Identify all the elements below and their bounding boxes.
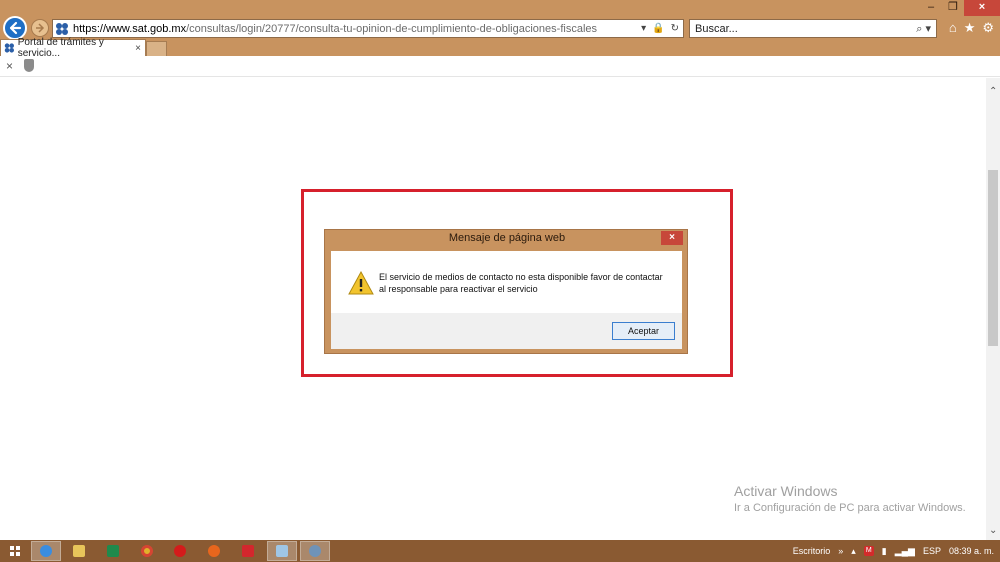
- home-icon[interactable]: ⌂: [949, 20, 957, 36]
- taskbar-excel[interactable]: [98, 541, 128, 561]
- notepad-icon: [276, 545, 288, 557]
- browser-chrome: – ❐ × https://www.sat.gob.mx /consultas/…: [0, 0, 1000, 59]
- taskbar: Escritorio » ▴ M ▮ ▂▄▆ ESP 08:39 a. m.: [0, 540, 1000, 562]
- close-bar-icon[interactable]: ×: [6, 59, 13, 73]
- chrome-icon: [141, 545, 153, 557]
- dialog-message: El servicio de medios de contacto no est…: [379, 271, 679, 295]
- restore-button[interactable]: ❐: [942, 0, 964, 16]
- message-line-1: El servicio de medios de contacto no est…: [379, 272, 663, 282]
- arrow-right-icon: [36, 23, 45, 33]
- system-tray: Escritorio » ▴ M ▮ ▂▄▆ ESP 08:39 a. m.: [793, 540, 994, 562]
- taskbar-vivaldi[interactable]: [233, 541, 263, 561]
- tab-row: Portal de trámites y servicio... ×: [0, 37, 1000, 59]
- sat-favicon-icon: [4, 43, 14, 53]
- refresh-icon[interactable]: ↻: [671, 23, 679, 34]
- url-path: /consultas/login/20777/consulta-tu-opini…: [186, 22, 598, 35]
- window-controls: – ❐ ×: [920, 0, 1000, 16]
- close-window-button[interactable]: ×: [964, 0, 1000, 16]
- excel-icon: [107, 545, 119, 557]
- app-icon: [309, 545, 321, 557]
- tab-close-icon[interactable]: ×: [135, 43, 145, 54]
- tab-sat-portal[interactable]: Portal de trámites y servicio... ×: [0, 37, 146, 59]
- antivirus-tray-icon[interactable]: M: [863, 546, 874, 556]
- language-indicator[interactable]: ESP: [923, 546, 941, 556]
- search-box[interactable]: Buscar... ⌕ ▾: [689, 19, 937, 38]
- search-placeholder: Buscar...: [695, 22, 738, 35]
- watermark-line-2: Ir a Configuración de PC para activar Wi…: [734, 502, 966, 514]
- shield-icon[interactable]: [24, 59, 34, 72]
- firefox-icon: [208, 545, 220, 557]
- settings-gear-icon[interactable]: ⚙: [982, 20, 994, 36]
- folder-icon: [73, 545, 85, 557]
- clock[interactable]: 08:39 a. m.: [949, 546, 994, 556]
- activation-watermark: Activar Windows Ir a Configuración de PC…: [734, 483, 966, 514]
- network-signal-icon[interactable]: ▂▄▆: [895, 546, 915, 557]
- message-dialog: Mensaje de página web × El servicio de m…: [324, 229, 688, 354]
- taskbar-file-explorer[interactable]: [64, 541, 94, 561]
- scrollbar-thumb[interactable]: [988, 170, 998, 346]
- lock-icon[interactable]: 🔒: [652, 23, 664, 34]
- taskbar-internet-explorer[interactable]: [31, 541, 61, 561]
- toolbar-chevron-icon[interactable]: »: [838, 546, 843, 556]
- show-hidden-icons[interactable]: ▴: [851, 546, 856, 557]
- opera-icon: [174, 545, 186, 557]
- minimize-button[interactable]: –: [920, 0, 942, 16]
- internet-explorer-icon: [40, 545, 52, 557]
- desktop-toolbar-label[interactable]: Escritorio: [793, 546, 831, 556]
- new-tab-button[interactable]: [146, 41, 167, 56]
- accept-button[interactable]: Aceptar: [612, 322, 675, 340]
- warning-icon: [348, 271, 374, 295]
- windows-start-icon[interactable]: [10, 546, 20, 556]
- battery-icon[interactable]: ▮: [882, 546, 887, 557]
- arrow-left-icon: [9, 21, 22, 35]
- sat-favicon-icon: [56, 22, 68, 35]
- dropdown-icon[interactable]: ▾: [641, 23, 646, 34]
- dialog-body: El servicio de medios de contacto no est…: [331, 251, 682, 313]
- taskbar-app[interactable]: [300, 541, 330, 561]
- address-bar[interactable]: https://www.sat.gob.mx /consultas/login/…: [52, 19, 684, 38]
- favorites-star-icon[interactable]: ★: [964, 20, 976, 36]
- scroll-up-icon[interactable]: ⌃: [989, 86, 997, 97]
- vivaldi-icon: [242, 545, 254, 557]
- dialog-close-button[interactable]: ×: [661, 231, 683, 245]
- vertical-scrollbar[interactable]: ⌃ ⌄: [986, 78, 1000, 540]
- dialog-title: Mensaje de página web: [448, 232, 566, 244]
- taskbar-firefox[interactable]: [199, 541, 229, 561]
- message-line-2: al responsable para reactivar el servici…: [379, 284, 538, 294]
- scroll-down-icon[interactable]: ⌄: [989, 525, 997, 536]
- watermark-line-1: Activar Windows: [734, 483, 838, 499]
- forward-button[interactable]: [31, 19, 49, 37]
- taskbar-chrome[interactable]: [132, 541, 162, 561]
- command-bar: ×: [0, 56, 1000, 77]
- url-host: https://www.sat.gob.mx: [73, 22, 187, 35]
- dialog-footer: Aceptar: [331, 313, 682, 349]
- search-icon[interactable]: ⌕ ▾: [916, 22, 936, 36]
- taskbar-opera[interactable]: [165, 541, 195, 561]
- taskbar-notepad[interactable]: [267, 541, 297, 561]
